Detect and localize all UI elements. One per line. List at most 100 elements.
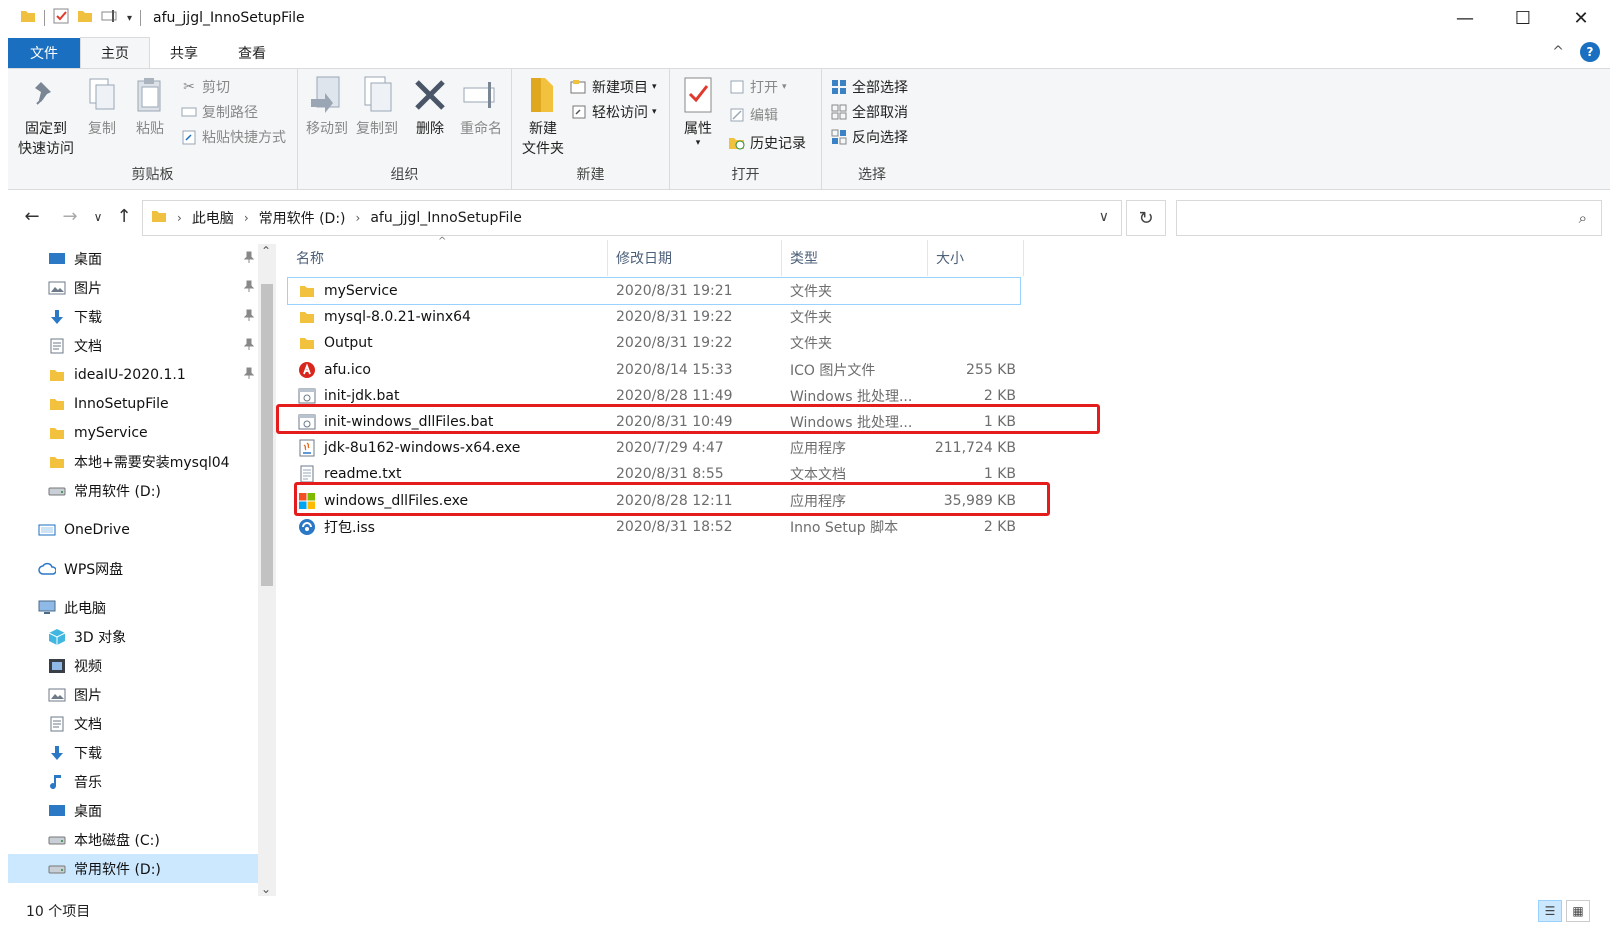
breadcrumb-drive-d[interactable]: 常用软件 (D:) [259, 208, 346, 228]
scroll-up-icon[interactable]: ⌃ [261, 244, 271, 258]
new-folder-button[interactable]: 新建 文件夹 [518, 75, 568, 159]
desktop-icon [48, 250, 66, 268]
scrollbar-thumb[interactable] [261, 284, 273, 586]
copy-to-button[interactable]: 复制到 [354, 75, 400, 139]
refresh-button[interactable]: ↻ [1126, 200, 1166, 236]
tab-home[interactable]: 主页 [80, 37, 150, 68]
copy-path-button[interactable]: 复制路径 [180, 100, 258, 124]
breadcrumb-separator[interactable]: › [356, 211, 361, 225]
column-header-size[interactable]: 大小 [928, 240, 1024, 276]
close-button[interactable]: ✕ [1552, 0, 1610, 36]
breadcrumb-separator[interactable]: › [177, 211, 182, 225]
properties-icon[interactable] [53, 8, 69, 28]
maximize-button[interactable]: ☐ [1494, 0, 1552, 36]
scroll-down-icon[interactable]: ⌄ [261, 882, 271, 896]
large-icons-view-button[interactable]: ▦ [1566, 900, 1590, 922]
invert-selection-button[interactable]: 反向选择 [830, 125, 908, 149]
sidebar-item[interactable]: 音乐 [8, 767, 258, 796]
open-button[interactable]: 打开 ▾ [728, 75, 787, 99]
file-name-cell: windows_dllFiles.exe [298, 492, 468, 510]
pin-icon [243, 309, 255, 324]
file-row[interactable]: init-windows_dllFiles.bat 2020/8/31 10:49… [288, 409, 1020, 435]
rename-button[interactable]: 重命名 [456, 75, 506, 139]
file-row[interactable]: 打包.iss 2020/8/31 18:52 Inno Setup 脚本 2 KB [288, 514, 1020, 540]
file-date: 2020/8/31 19:21 [616, 283, 733, 299]
sidebar-item[interactable]: 文档 [8, 331, 258, 360]
sidebar-item[interactable]: 图片 [8, 273, 258, 302]
file-row[interactable]: init-jdk.bat 2020/8/28 11:49 Windows 批处理..… [288, 383, 1020, 409]
sidebar-item[interactable]: 常用软件 (D:) [8, 854, 258, 883]
paste-shortcut-button[interactable]: 粘贴快捷方式 [180, 125, 286, 149]
sidebar-item[interactable]: 视频 [8, 651, 258, 680]
file-name: init-windows_dllFiles.bat [324, 414, 494, 430]
customize-dropdown-icon[interactable]: ▾ [127, 13, 132, 24]
sidebar-item[interactable]: 3D 对象 [8, 622, 258, 651]
column-header-date[interactable]: 修改日期 [608, 240, 782, 276]
sidebar-item[interactable]: 下载 [8, 738, 258, 767]
breadcrumb-separator[interactable]: › [244, 211, 249, 225]
sidebar-item[interactable]: 桌面 [8, 796, 258, 825]
pin-to-quick-access-button[interactable]: 固定到 快速访问 [16, 75, 76, 159]
file-row[interactable]: readme.txt 2020/8/31 8:55 文本文档 1 KB [288, 461, 1020, 487]
sidebar-item[interactable]: ideaIU-2020.1.1 [8, 360, 258, 389]
properties-button[interactable]: 属性 ▾ [676, 75, 720, 148]
sidebar-item[interactable]: 本地+需要安装mysql04 [8, 447, 258, 476]
select-all-button[interactable]: 全部选择 [830, 75, 908, 99]
chevron-down-icon: ▾ [652, 82, 657, 92]
delete-button[interactable]: 删除 [410, 75, 450, 139]
breadcrumb-current-folder[interactable]: afu_jjgl_InnoSetupFile [370, 210, 522, 226]
up-button[interactable]: ↑ [112, 206, 136, 227]
file-name-cell: init-windows_dllFiles.bat [298, 413, 493, 431]
back-button[interactable]: ← [20, 206, 44, 227]
sidebar-item[interactable]: 桌面 [8, 244, 258, 273]
file-row[interactable]: mysql-8.0.21-winx64 2020/8/31 19:22 文件夹 [288, 304, 1020, 330]
sidebar-item[interactable]: 此电脑 [8, 593, 258, 622]
sidebar-item[interactable]: OneDrive [8, 515, 258, 544]
history-button[interactable]: 历史记录 [728, 131, 806, 155]
sidebar-item[interactable]: 文档 [8, 709, 258, 738]
sidebar-item[interactable]: myService [8, 418, 258, 447]
file-type: Windows 批处理... [790, 388, 913, 405]
search-input[interactable]: ⌕ [1176, 200, 1602, 236]
file-row[interactable]: Output 2020/8/31 19:22 文件夹 [288, 330, 1020, 356]
easy-access-button[interactable]: 轻松访问 ▾ [570, 100, 657, 124]
sidebar-item[interactable]: 常用软件 (D:) [8, 476, 258, 505]
copy-button[interactable]: 复制 [82, 75, 122, 139]
column-header-name[interactable]: ^ 名称 [288, 236, 608, 276]
forward-button[interactable]: → [58, 206, 82, 227]
file-row[interactable]: afu.ico 2020/8/14 15:33 ICO 图片文件 255 KB [288, 357, 1020, 383]
address-bar[interactable]: › 此电脑 › 常用软件 (D:) › afu_jjgl_InnoSetupFi… [142, 200, 1122, 236]
sidebar-item[interactable]: WPS网盘 [8, 554, 258, 583]
paste-button[interactable]: 粘贴 [130, 75, 170, 139]
edit-button[interactable]: 编辑 [728, 103, 778, 127]
minimize-button[interactable]: — [1436, 0, 1494, 36]
column-header-type[interactable]: 类型 [782, 240, 928, 276]
file-row[interactable]: jdk-8u162-windows-x64.exe 2020/7/29 4:47 应… [288, 435, 1020, 461]
move-to-button[interactable]: 移动到 [304, 75, 350, 139]
sidebar-scrollbar[interactable]: ⌃ ⌄ [258, 244, 276, 896]
collapse-ribbon-button[interactable]: ^ [1552, 44, 1564, 60]
tab-view[interactable]: 查看 [218, 38, 286, 68]
invert-selection-icon [830, 128, 848, 146]
cut-button[interactable]: ✂ 剪切 [180, 75, 230, 99]
file-row[interactable]: myService 2020/8/31 19:21 文件夹 [287, 277, 1021, 305]
tab-share[interactable]: 共享 [150, 38, 218, 68]
file-row[interactable]: windows_dllFiles.exe 2020/8/28 12:11 应用程序 3… [288, 488, 1020, 514]
sidebar-item[interactable]: InnoSetupFile [8, 389, 258, 418]
select-none-button[interactable]: 全部取消 [830, 100, 908, 124]
new-item-button[interactable]: 新建项目 ▾ [570, 75, 657, 99]
folder-icon [298, 308, 316, 326]
address-history-dropdown[interactable]: ∨ [1099, 209, 1109, 225]
details-view-button[interactable]: ☰ [1538, 900, 1562, 922]
recent-locations-button[interactable]: ∨ [86, 210, 110, 224]
new-folder-icon[interactable] [77, 8, 93, 28]
folder-icon [151, 208, 167, 228]
sidebar-item[interactable]: 下载 [8, 302, 258, 331]
breadcrumb-this-pc[interactable]: 此电脑 [192, 208, 234, 228]
tab-file[interactable]: 文件 [8, 38, 80, 68]
help-button[interactable]: ? [1580, 42, 1600, 62]
file-name-cell: myService [298, 282, 398, 300]
sidebar-item[interactable]: 本地磁盘 (C:) [8, 825, 258, 854]
sidebar-item[interactable]: 图片 [8, 680, 258, 709]
rename-icon[interactable] [101, 8, 119, 28]
